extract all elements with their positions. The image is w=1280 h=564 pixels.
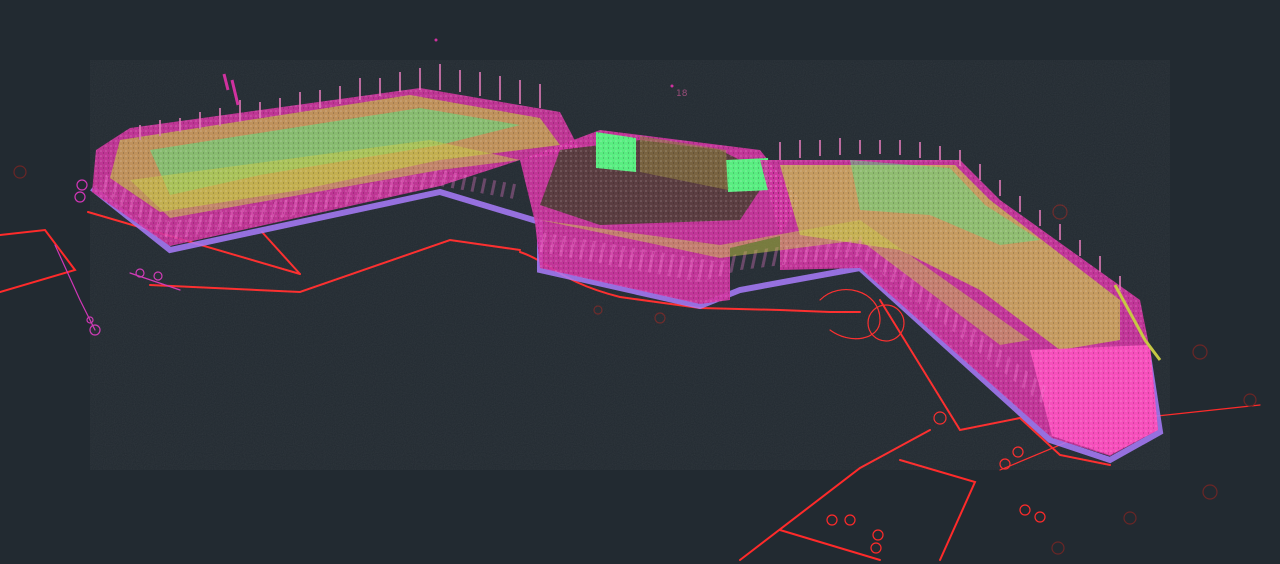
point-cloud-scene[interactable]: 18 bbox=[0, 0, 1280, 564]
3d-model-viewport[interactable]: 18 bbox=[0, 0, 1280, 564]
floating-point-label: 18 bbox=[676, 89, 688, 99]
building-point-cloud[interactable] bbox=[90, 38, 1170, 471]
